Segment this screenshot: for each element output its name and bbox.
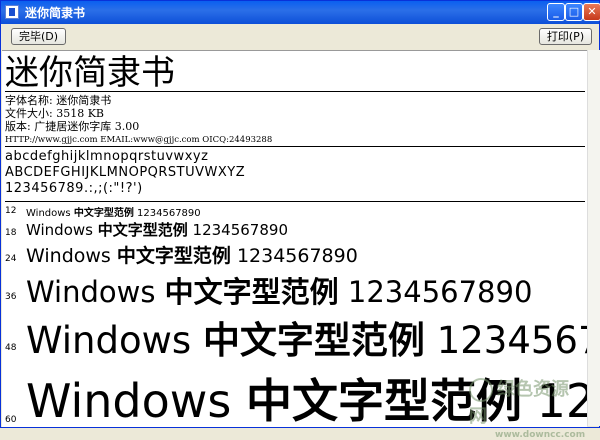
done-button[interactable]: 完毕(D) [11, 28, 66, 45]
lowercase-sample: abcdefghijklmnopqrstuvwxyz [5, 149, 209, 164]
vertical-scrollbar[interactable] [587, 50, 600, 426]
divider [5, 146, 585, 147]
font-preview-area: 迷你简隶书 字体名称: 迷你简隶书 文件大小: 3518 KB 版本: 广捷居迷… [2, 50, 587, 427]
toolbar: 完毕(D) 打印(P) [2, 24, 598, 50]
digits-sample: 123456789.:,;(:"!?') [5, 181, 143, 196]
watermark-logo-icon [469, 378, 493, 402]
window-title: 迷你简隶书 [25, 6, 86, 20]
maximize-icon[interactable]: □ [565, 3, 583, 21]
title-bar[interactable]: 迷你简隶书 _ □ ✕ [1, 1, 600, 24]
font-file-icon [5, 5, 19, 19]
watermark: 绿色资源网 www.downcc.com [469, 378, 586, 440]
file-size-line: 文件大小: 3518 KB [5, 107, 104, 120]
uppercase-sample: ABCDEFGHIJKLMNOPQRSTUVWXYZ [5, 165, 246, 180]
font-name-line: 字体名称: 迷你简隶书 [5, 94, 112, 107]
version-line: 版本: 广捷居迷你字库 3.00 [5, 120, 140, 133]
close-icon[interactable]: ✕ [583, 3, 600, 21]
print-button[interactable]: 打印(P) [539, 28, 592, 45]
divider [5, 201, 585, 202]
divider [5, 91, 585, 92]
minimize-icon[interactable]: _ [547, 3, 565, 21]
font-viewer-window: 迷你简隶书 _ □ ✕ 完毕(D) 打印(P) 迷你简隶书 字体名称: 迷你简隶… [0, 0, 600, 440]
font-name-heading: 迷你简隶书 [5, 53, 175, 93]
